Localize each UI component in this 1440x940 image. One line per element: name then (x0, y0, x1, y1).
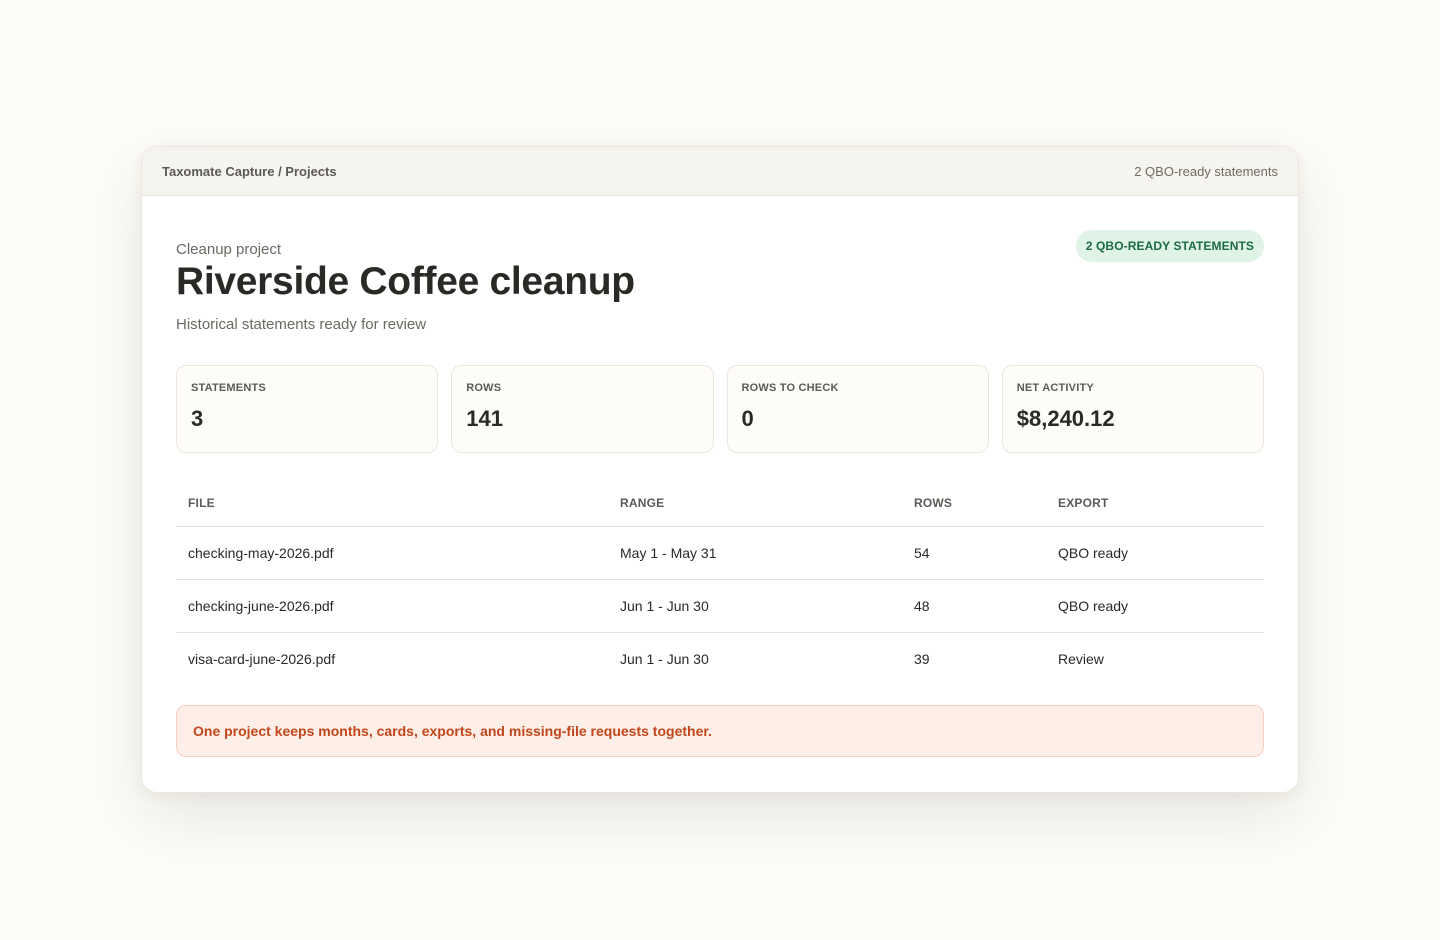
window-titlebar: Taxomate Capture / Projects 2 QBO-ready … (142, 147, 1298, 196)
stat-label: STATEMENTS (191, 382, 266, 394)
cell-export: Review (1058, 651, 1104, 667)
cell-file: checking-june-2026.pdf (176, 579, 608, 633)
stat-card-statements: STATEMENTS 3 (176, 365, 439, 453)
app-window: Taxomate Capture / Projects 2 QBO-ready … (141, 146, 1299, 793)
table-header-row: FILE RANGE ROWS EXPORT (176, 477, 1264, 527)
project-subtitle: Historical statements ready for review (176, 316, 427, 333)
column-header-export: EXPORT (1046, 477, 1264, 527)
cell-rows: 54 (902, 526, 1046, 580)
cell-range: Jun 1 - Jun 30 (608, 579, 902, 633)
cell-export: QBO ready (1046, 526, 1264, 580)
table-row[interactable]: checking-june-2026.pdf Jun 1 - Jun 30 48… (176, 579, 1264, 633)
column-header-file: FILE (176, 477, 608, 527)
page-title: Riverside Coffee cleanup (176, 260, 635, 303)
stats-row: STATEMENTS 3 ROWS 141 ROWS TO CHECK 0 NE… (176, 365, 1264, 453)
column-header-range: RANGE (608, 477, 902, 527)
stat-value: 141 (466, 406, 503, 431)
stat-card-net-activity: NET ACTIVITY $8,240.12 (1001, 365, 1264, 453)
status-badge: 2 QBO-READY STATEMENTS (1075, 230, 1264, 262)
titlebar-status: 2 QBO-ready statements (1134, 163, 1278, 179)
stat-value: 3 (191, 406, 204, 431)
stat-label: NET ACTIVITY (1016, 382, 1094, 394)
cell-file: visa-card-june-2026.pdf (188, 651, 336, 667)
stat-card-rows: ROWS 141 (451, 365, 714, 453)
stat-value: 0 (741, 406, 754, 431)
info-callout: One project keeps months, cards, exports… (176, 705, 1264, 757)
cell-range: Jun 1 - Jun 30 (620, 651, 709, 667)
cell-file: checking-may-2026.pdf (176, 526, 608, 580)
cell-rows: 39 (914, 651, 930, 667)
table-row[interactable]: visa-card-june-2026.pdf Jun 1 - Jun 30 3… (176, 633, 1264, 686)
statements-table: FILE RANGE ROWS EXPORT checking-may-2026… (176, 477, 1264, 685)
cell-export: QBO ready (1046, 579, 1264, 633)
stat-card-rows-to-check: ROWS TO CHECK 0 (726, 365, 989, 453)
column-header-rows: ROWS (902, 477, 1046, 527)
table-row[interactable]: checking-may-2026.pdf May 1 - May 31 54 … (176, 526, 1264, 580)
cell-range: May 1 - May 31 (608, 526, 902, 580)
cell-rows: 48 (902, 579, 1046, 633)
stat-value: $8,240.12 (1016, 406, 1115, 431)
breadcrumb[interactable]: Taxomate Capture / Projects (162, 164, 337, 179)
project-content: Cleanup project Riverside Coffee cleanup… (142, 196, 1298, 757)
stat-label: ROWS (466, 382, 502, 394)
stat-label: ROWS TO CHECK (741, 382, 839, 394)
